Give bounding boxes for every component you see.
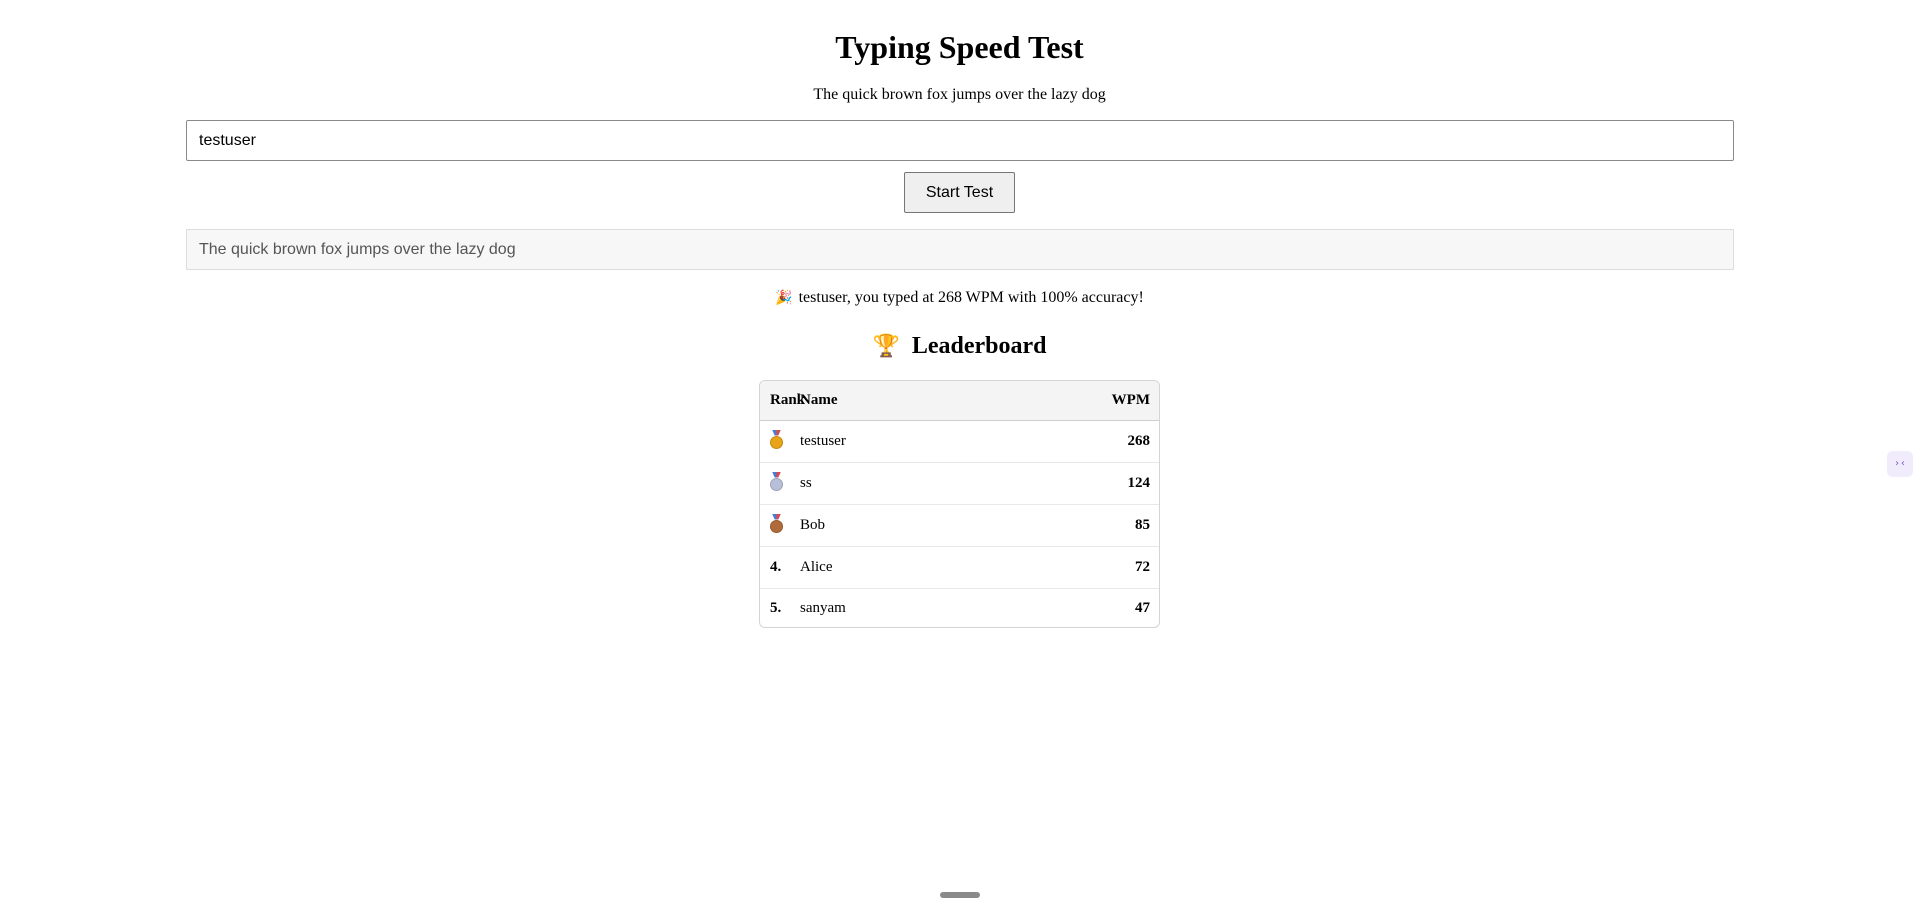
trophy-icon: 🏆 <box>872 334 900 359</box>
page: Typing Speed Test The quick brown fox ju… <box>0 0 1919 906</box>
gold-medal-icon <box>770 435 783 449</box>
silver-medal-icon <box>770 477 783 491</box>
result-message: 🎉 testuser, you typed at 268 WPM with 100… <box>0 288 1919 308</box>
party-popper-icon: 🎉 <box>775 290 793 306</box>
leaderboard-table: Rank Name WPM testuser 268 ss 124 Bob 85… <box>759 380 1160 628</box>
player-wpm: 85 <box>1135 517 1150 533</box>
table-row: ss 124 <box>760 463 1159 505</box>
player-wpm: 47 <box>1135 599 1150 616</box>
player-rank: 5. <box>770 599 782 616</box>
player-name: sanyam <box>800 599 846 616</box>
start-test-button[interactable]: Start Test <box>904 172 1015 213</box>
username-input[interactable] <box>186 120 1734 161</box>
column-header-wpm: WPM <box>1111 392 1150 408</box>
column-header-rank: Rank <box>770 392 806 408</box>
result-text: testuser, you typed at 268 WPM with 100%… <box>798 289 1144 306</box>
player-name: Alice <box>800 559 833 575</box>
column-header-name: Name <box>800 392 838 408</box>
drag-handle[interactable] <box>940 892 980 898</box>
leaderboard-header-row: Rank Name WPM <box>760 381 1159 421</box>
player-rank: 4. <box>770 559 782 575</box>
bronze-medal-icon <box>770 519 783 533</box>
player-name: ss <box>800 475 812 491</box>
player-wpm: 72 <box>1135 559 1150 575</box>
sentence-prompt: The quick brown fox jumps over the lazy … <box>813 86 1106 103</box>
leaderboard-heading: 🏆 Leaderboard <box>0 328 1919 365</box>
page-title: Typing Speed Test <box>835 29 1084 65</box>
player-wpm: 124 <box>1127 475 1151 491</box>
leaderboard-title: Leaderboard <box>911 333 1047 359</box>
table-row: Bob 85 <box>760 505 1159 547</box>
table-row: testuser 268 <box>760 421 1159 463</box>
typing-input-area[interactable]: The quick brown fox jumps over the lazy … <box>186 229 1734 270</box>
table-row: 4. Alice 72 <box>760 547 1159 589</box>
player-name: testuser <box>800 433 846 449</box>
player-wpm: 268 <box>1127 433 1151 449</box>
player-name: Bob <box>800 517 826 533</box>
table-row: 5. sanyam 47 <box>760 589 1159 627</box>
collapse-arrows-icon[interactable]: ›‹ <box>1887 451 1913 477</box>
